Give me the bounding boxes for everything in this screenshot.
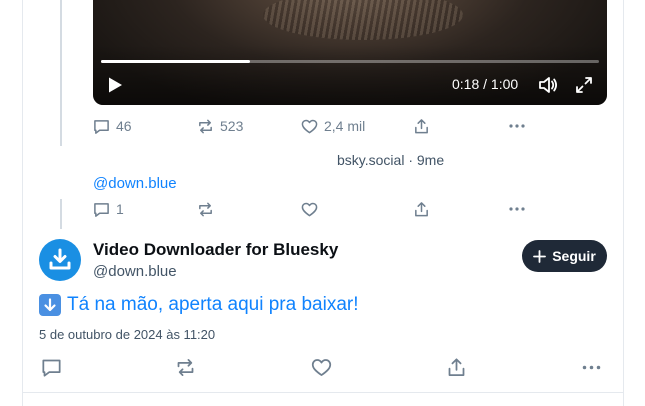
like-button[interactable] — [301, 199, 318, 219]
share-button[interactable] — [413, 199, 430, 219]
repost-button[interactable] — [173, 355, 197, 379]
reply-button[interactable]: 46 — [93, 116, 132, 136]
source-line: bsky.social · 9me — [337, 152, 445, 168]
more-options-button[interactable] — [508, 116, 526, 136]
video-player[interactable]: 0:18 / 1:00 — [93, 0, 607, 105]
reply-button[interactable]: 1 — [93, 199, 124, 219]
video-frame — [263, 0, 463, 40]
repost-icon — [199, 202, 212, 216]
share-icon — [415, 118, 428, 133]
share-button[interactable] — [413, 116, 430, 136]
main-post-actions — [39, 355, 607, 379]
post-date[interactable]: 5 de outubro de 2024 às 11:20 — [39, 327, 215, 342]
share-button[interactable] — [444, 355, 468, 379]
follow-label: Seguir — [552, 248, 596, 264]
like-button[interactable]: 2,4 mil — [301, 116, 365, 136]
share-icon — [415, 201, 428, 216]
like-count: 2,4 mil — [324, 118, 366, 134]
repost-icon — [177, 358, 193, 376]
plus-icon — [533, 249, 547, 263]
video-progress-fill — [101, 60, 251, 63]
reply-icon — [94, 119, 109, 134]
more-options-button[interactable] — [508, 199, 526, 219]
more-icon — [582, 365, 600, 369]
play-icon — [109, 77, 122, 93]
thread-connector — [60, 199, 62, 229]
mention-link[interactable]: @down.blue — [93, 175, 177, 192]
more-icon — [509, 124, 525, 128]
divider — [22, 392, 624, 393]
share-icon — [448, 357, 464, 376]
author-handle[interactable]: @down.blue — [93, 263, 177, 280]
post-actions: 46 523 2,4 mil — [93, 116, 533, 136]
play-button[interactable] — [103, 73, 127, 97]
repost-button[interactable] — [197, 199, 214, 219]
repost-button[interactable]: 523 — [197, 116, 243, 136]
reply-icon — [94, 202, 109, 217]
more-options-button[interactable] — [579, 355, 603, 379]
reply-button[interactable] — [39, 355, 63, 379]
like-button[interactable] — [309, 355, 333, 379]
video-progress-bar[interactable] — [101, 60, 599, 63]
heart-icon — [301, 202, 318, 216]
heart-icon — [311, 358, 331, 376]
mute-button[interactable] — [536, 73, 560, 97]
follow-button[interactable]: Seguir — [522, 240, 607, 272]
reply-actions: 1 — [93, 199, 533, 219]
reply-icon — [41, 359, 61, 377]
download-icon — [49, 248, 71, 270]
video-time: 0:18 / 1:00 — [452, 76, 519, 92]
down-arrow-icon — [39, 294, 61, 316]
avatar[interactable] — [39, 239, 81, 281]
author-display-name[interactable]: Video Downloader for Bluesky — [93, 240, 338, 260]
repost-icon — [199, 119, 212, 133]
heart-icon — [301, 119, 318, 133]
post-text[interactable]: Tá na mão, aperta aqui pra baixar! — [39, 294, 359, 316]
repost-count: 523 — [220, 118, 244, 134]
volume-icon — [539, 77, 557, 93]
more-icon — [509, 207, 525, 211]
reply-count: 1 — [116, 201, 124, 217]
post-text-content: Tá na mão, aperta aqui pra baixar! — [67, 294, 359, 315]
thread-connector — [60, 0, 62, 146]
fullscreen-icon — [576, 77, 592, 93]
reply-count: 46 — [116, 118, 132, 134]
fullscreen-button[interactable] — [572, 73, 596, 97]
